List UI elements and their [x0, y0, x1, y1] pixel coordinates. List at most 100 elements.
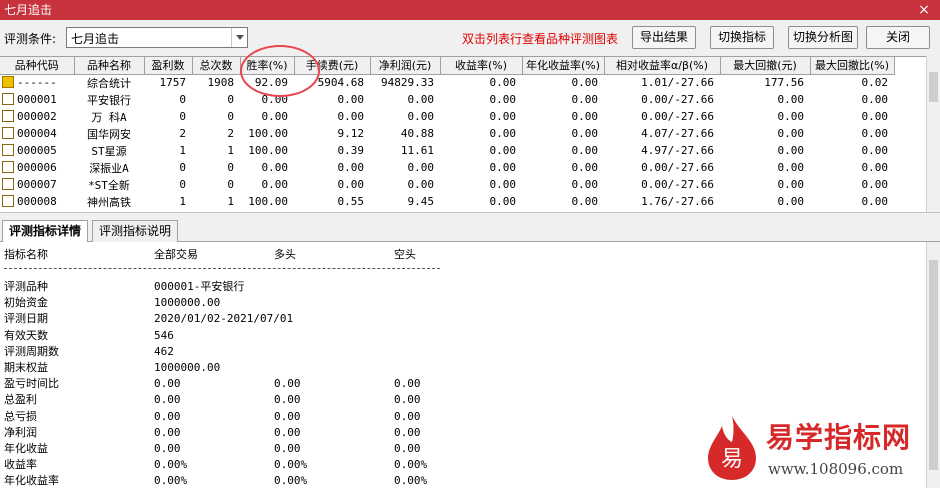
table-row[interactable]: 000004 国华网安 2 2 100.00 9.12 40.88 0.00 0.00 4.07/… [0, 125, 894, 142]
export-button[interactable]: 导出结果 [632, 26, 696, 49]
detail-label: 盈亏时间比 [4, 377, 59, 391]
table-cell: 0.00 [777, 161, 805, 174]
column-header[interactable]: 品种名称 [74, 57, 145, 75]
table-row[interactable]: 000002 万 科A 0 0 0.00 0.00 0.00 0.00 0.00 0.00/-27… [0, 108, 894, 125]
table-cell: 0.00 [407, 178, 435, 191]
table-cell: 国华网安 [87, 127, 131, 141]
detail-label: 期末权益 [4, 361, 48, 374]
close-button[interactable]: 关闭 [866, 26, 930, 49]
tab-indicator-details[interactable]: 评测指标详情 [2, 220, 89, 243]
summary-icon [2, 76, 14, 89]
column-header[interactable]: 品种代码 [0, 57, 75, 75]
table-cell: 0.55 [337, 195, 365, 208]
table-cell: 平安银行 [87, 93, 131, 107]
stock-code: 000005 [17, 144, 57, 157]
column-header[interactable]: 相对收益率α/β(%) [604, 57, 721, 75]
stock-icon [2, 161, 14, 173]
flame-logo-icon: 易 [708, 416, 756, 480]
column-header[interactable]: 净利润(元) [370, 57, 441, 75]
table-row[interactable]: 000008 神州高铁 1 1 100.00 0.55 9.45 0.00 0.00 1.76/-… [0, 193, 894, 210]
chevron-down-icon[interactable] [231, 28, 247, 47]
table-cell: 0.00 [407, 110, 435, 123]
grid-scrollbar[interactable] [926, 56, 940, 212]
table-cell: 2 [179, 127, 186, 140]
detail-value: 0.00 [154, 442, 181, 455]
table-cell: 0.00 [261, 161, 289, 174]
column-header[interactable]: 收益率(%) [440, 57, 523, 75]
detail-label: 年化收益率 [4, 474, 59, 488]
detail-header-cell: 多头 [274, 248, 296, 261]
table-cell: 0.00 [861, 93, 889, 106]
table-cell: ------ [0, 74, 74, 91]
stock-code: 000002 [17, 110, 57, 123]
scrollbar-thumb[interactable] [929, 260, 938, 470]
toolbar: 评测条件: 七月追击 双击列表行查看品种评测图表 导出结果 切换指标 切换分析图… [0, 20, 940, 56]
detail-value: 0.00% [274, 458, 308, 472]
window-title: 七月追击 [4, 3, 53, 17]
detail-value: 0.00 [274, 442, 301, 455]
table-cell: 0 [179, 110, 186, 123]
table-row[interactable]: 000001 平安银行 0 0 0.00 0.00 0.00 0.00 0.00 0.00/-27… [0, 91, 894, 108]
table-cell: 4.97/-27.66 [641, 144, 714, 157]
logo-glyph: 易 [721, 447, 743, 472]
detail-value: 0.00 [274, 425, 301, 439]
table-cell: 0.00 [571, 76, 599, 90]
table-cell: 0.00 [861, 195, 889, 208]
annotation-circle [240, 45, 320, 97]
table-row[interactable]: 000005 ST星源 1 1 100.00 0.39 11.61 0.00 0.00 4.97/… [0, 142, 894, 159]
summary-row[interactable]: ------ 综合统计 1757 1908 92.09 5904.68 94829.33 0.… [0, 74, 894, 91]
table-cell: 0.00/-27.66 [641, 110, 714, 123]
title-bar: 七月追击 × [0, 0, 940, 20]
hint-text: 双击列表行查看品种评测图表 [462, 32, 619, 46]
column-header[interactable]: 盈利数 [144, 57, 193, 75]
table-row[interactable]: 000007 *ST全新 0 0 0.00 0.00 0.00 0.00 0.00 0.00/-2… [0, 176, 894, 193]
column-header[interactable]: 总次数 [192, 57, 241, 75]
detail-value: 0.00 [394, 409, 421, 423]
detail-value: 0.00 [394, 425, 421, 439]
table-cell: 0.00 [261, 110, 289, 123]
table-cell: 94829.33 [381, 76, 434, 90]
table-cell: 神州高铁 [87, 195, 131, 209]
tab-indicator-explanation[interactable]: 评测指标说明 [92, 220, 179, 242]
detail-value: 0.00 [394, 393, 421, 407]
table-cell: 0.00 [489, 76, 517, 90]
detail-value: 1000000.00 [154, 296, 221, 310]
condition-select[interactable]: 七月追击 [66, 27, 248, 48]
detail-value: 2020/01/02-2021/07/01 [154, 312, 294, 326]
table-cell: 0.00 [571, 144, 599, 157]
stock-icon [2, 127, 14, 139]
detail-value: 0.00% [394, 474, 428, 488]
table-cell: 0.00 [489, 127, 517, 140]
table-cell: 177.56 [764, 76, 804, 90]
brand-name: 易学指标网 [766, 421, 912, 454]
detail-value: 0.00 [394, 442, 421, 455]
condition-label: 评测条件: [4, 32, 57, 46]
detail-value: 0.00 [274, 393, 301, 407]
table-cell: 0.02 [861, 76, 889, 90]
close-icon[interactable]: × [914, 0, 934, 20]
column-header[interactable]: 最大回撤比(%) [810, 57, 895, 75]
table-cell: 0.00 [777, 144, 805, 157]
table-cell: 0 [179, 93, 186, 106]
table-cell: 0.00 [861, 144, 889, 157]
detail-scrollbar[interactable] [926, 242, 940, 488]
scrollbar-thumb[interactable] [929, 72, 938, 102]
column-header[interactable]: 最大回撤(元) [720, 57, 811, 75]
detail-value: 0.00 [274, 377, 301, 391]
table-cell: 0.00/-27.66 [641, 178, 714, 191]
table-row[interactable]: 000006 深振业A 0 0 0.00 0.00 0.00 0.00 0.00 0.00/-27… [0, 159, 894, 176]
detail-value: 462 [154, 344, 174, 358]
table-cell: 0.00 [777, 93, 805, 106]
table-cell: 0.00 [489, 195, 517, 208]
switch-chart-button[interactable]: 切换分析图 [788, 26, 858, 49]
table-cell: 000005 [0, 142, 74, 159]
switch-indicator-button[interactable]: 切换指标 [710, 26, 774, 49]
table-cell: 0.00 [489, 144, 517, 157]
table-cell: 2 [227, 127, 234, 140]
table-cell: 万 科A [91, 110, 127, 124]
detail-value: 0.00 [274, 409, 301, 423]
detail-header-cell: 空头 [394, 248, 416, 261]
table-cell: 000001 [0, 91, 74, 108]
table-cell: 0.00 [571, 110, 599, 123]
column-header[interactable]: 年化收益率(%) [522, 57, 605, 75]
